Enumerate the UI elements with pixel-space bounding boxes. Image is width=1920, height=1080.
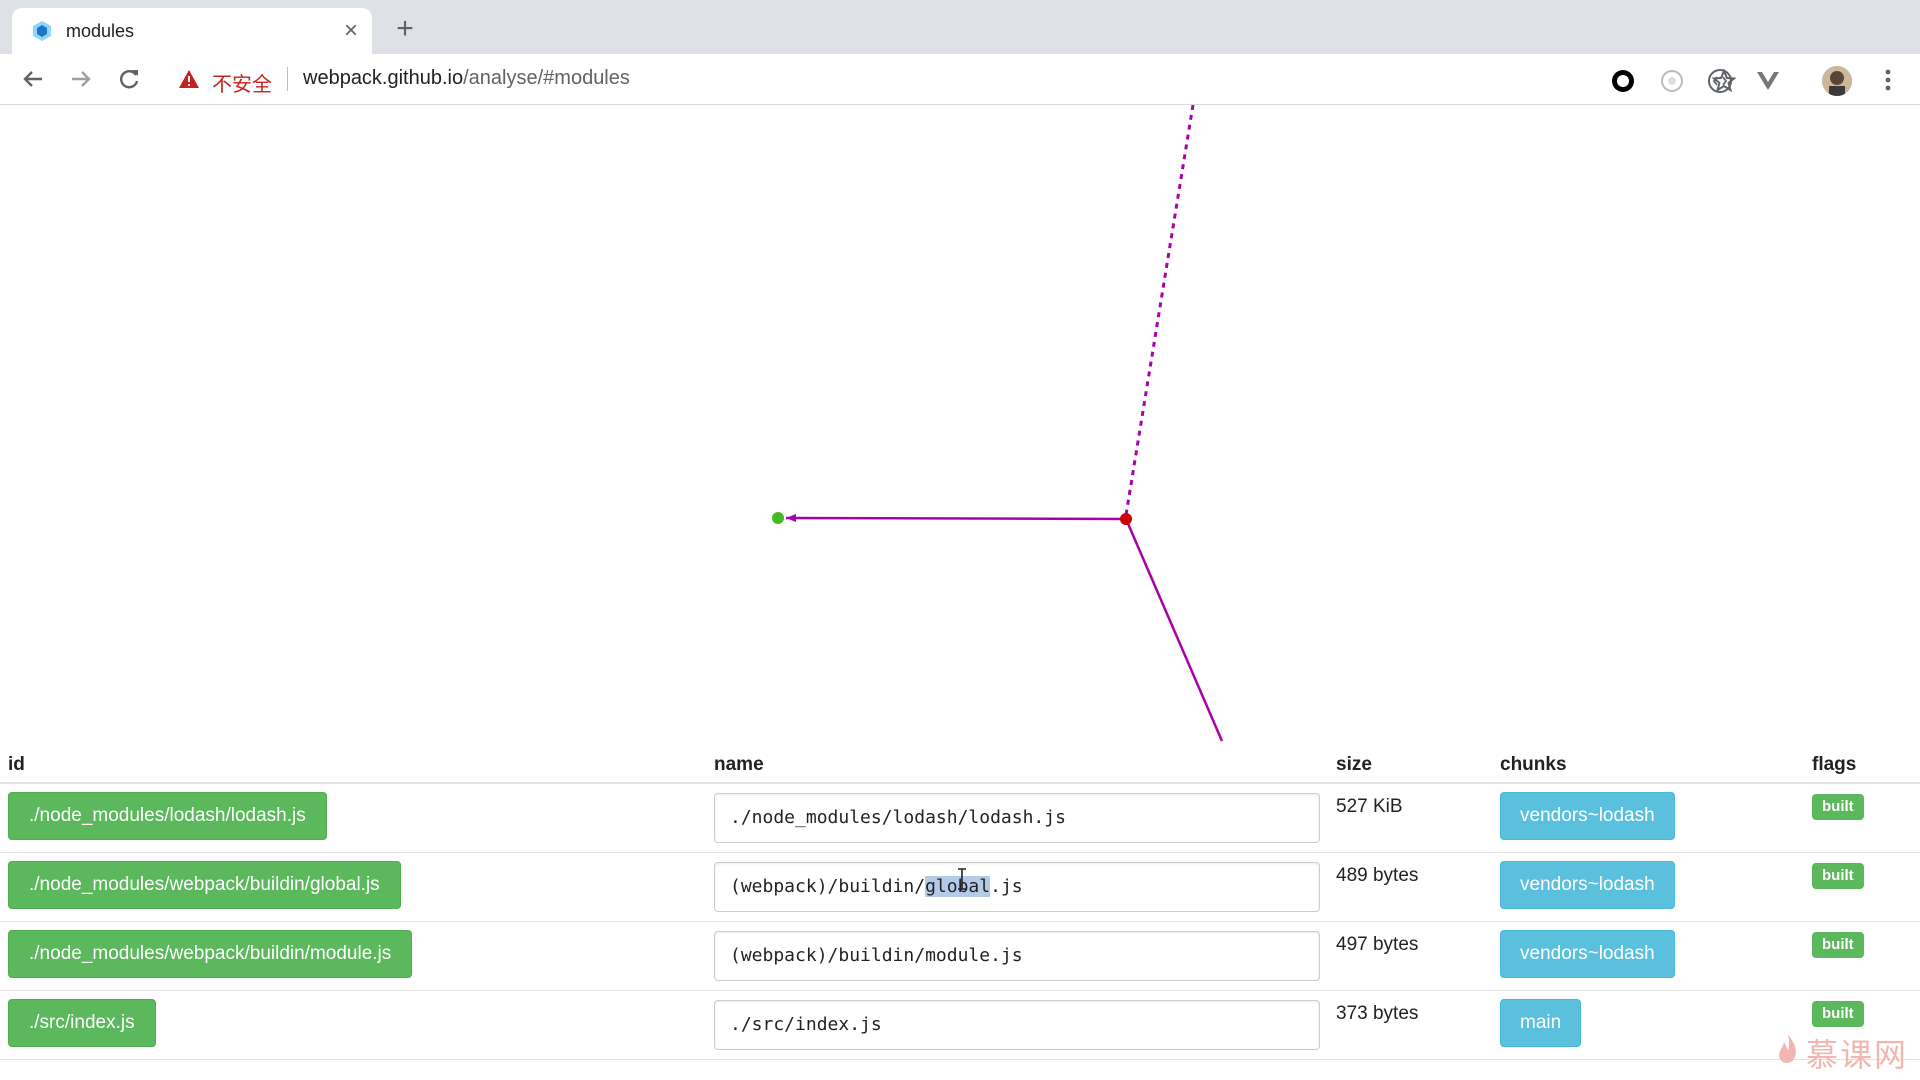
- graph-node-lodash[interactable]: [1120, 513, 1132, 525]
- table-row: ./src/index.js ./src/index.js 373 bytes …: [0, 991, 1920, 1060]
- browser-toolbar: 不安全 webpack.github.io/analyse/#modules: [0, 54, 1920, 105]
- module-size: 497 bytes: [1336, 934, 1419, 955]
- table-row: ./node_modules/webpack/buildin/module.js…: [0, 922, 1920, 991]
- chunk-button[interactable]: vendors~lodash: [1500, 861, 1675, 909]
- url-path: /analyse/#modules: [463, 67, 630, 89]
- module-name: (webpack)/buildin/global.js: [730, 876, 1023, 897]
- flag-badge: built: [1812, 932, 1864, 958]
- forward-icon[interactable]: [66, 64, 96, 94]
- browser-menu-icon[interactable]: [1878, 66, 1898, 94]
- graph-edge-dashed: [1124, 105, 1195, 516]
- header-chunks: chunks: [1500, 754, 1567, 775]
- new-tab-button[interactable]: +: [390, 14, 420, 45]
- url-text[interactable]: webpack.github.io/analyse/#modules: [303, 67, 630, 90]
- module-id-button[interactable]: ./node_modules/webpack/buildin/module.js: [8, 930, 413, 978]
- header-size: size: [1336, 754, 1372, 775]
- extension-vue-icon[interactable]: [1755, 68, 1781, 94]
- module-id-button[interactable]: ./src/index.js: [8, 999, 156, 1047]
- module-id-button[interactable]: ./node_modules/lodash/lodash.js: [8, 792, 327, 840]
- tab-title: modules: [66, 21, 135, 41]
- tab-modules[interactable]: modules ×: [12, 8, 372, 54]
- profile-avatar[interactable]: [1822, 66, 1852, 96]
- module-name-field[interactable]: ./src/index.js: [714, 1000, 1320, 1050]
- flag-badge: built: [1812, 794, 1864, 820]
- webpack-favicon-icon: [33, 21, 51, 41]
- chunk-button[interactable]: vendors~lodash: [1500, 792, 1675, 840]
- module-size: 527 KiB: [1336, 796, 1403, 817]
- warning-icon: [179, 70, 199, 88]
- module-name-pre: (webpack)/buildin/: [730, 876, 926, 897]
- extension-code-icon[interactable]: [1707, 68, 1733, 94]
- avatar-icon: [1822, 66, 1852, 96]
- modules-table: id name size chunks flags ./node_modules…: [0, 748, 1920, 1060]
- module-size: 489 bytes: [1336, 865, 1419, 886]
- graph-arrowhead: [786, 514, 796, 522]
- watermark-text: 慕课网: [1806, 1037, 1909, 1073]
- back-icon[interactable]: [18, 64, 48, 94]
- extension-record-icon[interactable]: [1610, 68, 1636, 94]
- url-separator: [287, 67, 288, 91]
- text-cursor-icon: [958, 868, 966, 890]
- url-host: webpack.github.io: [303, 67, 464, 89]
- module-id-button[interactable]: ./node_modules/webpack/buildin/global.js: [8, 861, 401, 909]
- tab-close-icon[interactable]: ×: [338, 18, 364, 44]
- graph-node-leaf[interactable]: [772, 512, 784, 524]
- graph-edge-down: [1124, 518, 1224, 742]
- watermark-flame-icon: [1779, 1034, 1796, 1063]
- module-name-field[interactable]: (webpack)/buildin/global.js: [714, 862, 1320, 912]
- graph-edge-left: [785, 516, 1127, 521]
- address-bar[interactable]: 不安全 webpack.github.io/analyse/#modules: [166, 57, 1736, 101]
- module-name: ./node_modules/lodash/lodash.js: [730, 807, 1066, 828]
- module-name-post: .js: [990, 876, 1023, 897]
- tab-strip: modules × +: [0, 0, 1920, 54]
- module-name: ./src/index.js: [730, 1014, 882, 1035]
- module-graph[interactable]: [0, 105, 1920, 745]
- chunk-button[interactable]: vendors~lodash: [1500, 930, 1675, 978]
- module-name-field[interactable]: (webpack)/buildin/module.js: [714, 931, 1320, 981]
- header-id: id: [8, 754, 25, 775]
- extension-cloud-icon[interactable]: [1659, 68, 1685, 94]
- table-row: ./node_modules/lodash/lodash.js ./node_m…: [0, 784, 1920, 853]
- chunk-button[interactable]: main: [1500, 999, 1582, 1047]
- module-name-field[interactable]: ./node_modules/lodash/lodash.js: [714, 793, 1320, 843]
- flag-badge: built: [1812, 1001, 1864, 1027]
- table-header: id name size chunks flags: [0, 748, 1920, 784]
- flag-badge: built: [1812, 863, 1864, 889]
- module-size: 373 bytes: [1336, 1003, 1419, 1024]
- security-label[interactable]: 不安全: [212, 68, 272, 97]
- header-flags: flags: [1812, 754, 1857, 775]
- header-name: name: [714, 754, 764, 775]
- reload-icon[interactable]: [114, 64, 144, 94]
- module-name: (webpack)/buildin/module.js: [730, 945, 1023, 966]
